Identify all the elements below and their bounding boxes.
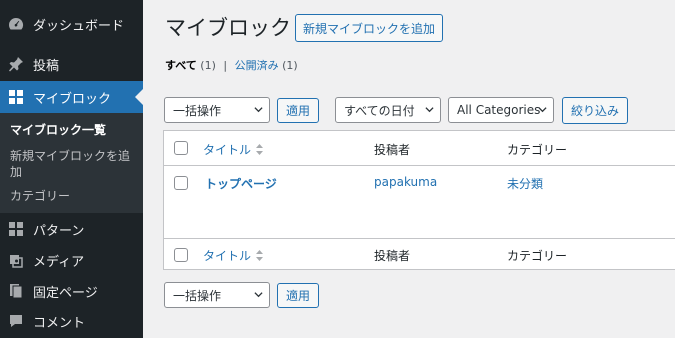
chevron-down-icon (254, 292, 263, 298)
patterns-icon (8, 221, 24, 237)
chevron-down-icon (425, 107, 434, 113)
filter-published-count: (1) (282, 59, 298, 72)
bulk-action-select-bottom[interactable]: 一括操作 (164, 282, 270, 308)
table-row: トップページ papakuma 未分類 (164, 167, 675, 237)
category-column-header: カテゴリー (507, 143, 568, 157)
sidebar-item-label: 投稿 (33, 58, 60, 74)
row-title-link[interactable]: トップページ (205, 175, 277, 192)
column-label: タイトル (203, 143, 252, 157)
category-filter-select[interactable]: All Categories (448, 97, 554, 123)
add-new-myblock-button[interactable]: 新規マイブロックを追加 (295, 14, 443, 42)
sidebar-item-pages[interactable]: 固定ページ (0, 275, 143, 307)
table-footer: タイトル 投稿者 カテゴリー (164, 238, 675, 270)
submenu-add-new-myblock-line2[interactable]: 加 (10, 164, 22, 180)
main-content: マイブロック 新規マイブロックを追加 すべて (1) | 公開済み (1) 一括… (143, 0, 675, 338)
sidebar-item-myblocks[interactable]: マイブロック (0, 81, 143, 113)
media-icon (8, 252, 24, 268)
bulk-action-value: 一括操作 (173, 103, 222, 118)
sidebar-item-label: パターン (33, 223, 85, 239)
sidebar-item-label: 固定ページ (33, 285, 98, 301)
filter-all-count: (1) (200, 59, 216, 72)
sidebar-item-label: メディア (33, 254, 85, 270)
sort-icon (256, 144, 264, 155)
title-column-header[interactable]: タイトル (203, 141, 264, 158)
author-column-footer: 投稿者 (374, 249, 411, 263)
status-filter-links: すべて (1) | 公開済み (1) (165, 57, 298, 73)
pages-icon (8, 283, 24, 299)
submenu-add-new-myblock-line1[interactable]: 新規マイブロックを追 (10, 148, 130, 164)
sidebar-item-dashboard[interactable]: ダッシュボード (0, 8, 143, 40)
blocks-icon (8, 89, 24, 105)
sidebar-item-label: ダッシュボード (33, 18, 125, 34)
row-checkbox[interactable] (174, 176, 188, 190)
row-author-link[interactable]: papakuma (374, 175, 437, 189)
comment-icon (8, 313, 24, 329)
bulk-action-select-top[interactable]: 一括操作 (164, 97, 270, 123)
category-column-footer: カテゴリー (507, 249, 568, 263)
bulk-action-value: 一括操作 (173, 288, 222, 303)
sidebar-item-media[interactable]: メディア (0, 244, 143, 276)
apply-button-top[interactable]: 適用 (277, 98, 319, 123)
submenu-categories[interactable]: カテゴリー (10, 188, 70, 204)
table-header: タイトル 投稿者 カテゴリー (164, 131, 675, 166)
myblocks-submenu: マイブロック一覧 新規マイブロックを追 加 カテゴリー (0, 113, 143, 213)
filter-all-link[interactable]: すべて (165, 59, 197, 72)
chevron-down-icon (254, 107, 263, 113)
page-title: マイブロック (165, 16, 291, 40)
sort-icon (256, 250, 264, 261)
sidebar-item-label: コメント (33, 315, 86, 331)
select-all-checkbox-bottom[interactable] (174, 248, 188, 262)
title-column-footer[interactable]: タイトル (203, 247, 264, 264)
sidebar-item-comments[interactable]: コメント (0, 305, 143, 337)
author-column-header: 投稿者 (374, 143, 411, 157)
column-label: タイトル (203, 249, 252, 263)
pin-icon (8, 56, 24, 72)
filter-button[interactable]: 絞り込み (562, 97, 628, 124)
category-filter-value: All Categories (457, 103, 541, 117)
sidebar-item-patterns[interactable]: パターン (0, 213, 143, 245)
submenu-myblocks-list[interactable]: マイブロック一覧 (10, 122, 106, 138)
filter-separator: | (223, 59, 228, 72)
select-all-checkbox[interactable] (174, 141, 188, 155)
filter-published-link[interactable]: 公開済み (235, 59, 279, 72)
chevron-down-icon (538, 107, 547, 113)
myblocks-table: タイトル 投稿者 カテゴリー トップページ papakuma 未分類 タイトル … (163, 130, 675, 270)
sidebar-item-posts[interactable]: 投稿 (0, 48, 143, 80)
date-filter-value: すべての日付 (344, 103, 415, 118)
apply-button-bottom[interactable]: 適用 (277, 283, 319, 308)
admin-sidebar: ダッシュボード 投稿 マイブロック マイブロック一覧 新規マイブロックを追 加 … (0, 0, 143, 338)
date-filter-select[interactable]: すべての日付 (335, 97, 441, 123)
dashboard-icon (8, 16, 24, 32)
row-category-link[interactable]: 未分類 (507, 175, 543, 192)
sidebar-item-label: マイブロック (33, 91, 112, 107)
